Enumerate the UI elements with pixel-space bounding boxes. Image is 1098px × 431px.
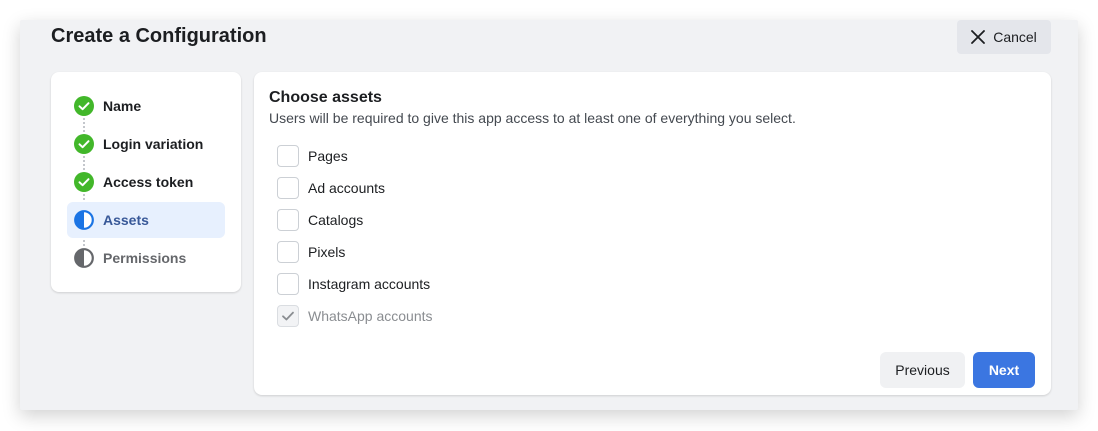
checkmark-icon [282,311,294,321]
choose-assets-panel: Choose assets Users will be required to … [254,72,1051,395]
whatsapp-accounts-checkbox [277,305,299,327]
cancel-button-label: Cancel [993,29,1037,45]
step-assets[interactable]: Assets [67,202,225,238]
half-circle-pending-icon [74,248,94,268]
step-access-token[interactable]: Access token [67,164,225,200]
step-login-variation[interactable]: Login variation [67,126,225,162]
cancel-button[interactable]: Cancel [957,20,1051,54]
next-button[interactable]: Next [973,352,1035,388]
asset-option-instagram-accounts[interactable]: Instagram accounts [277,272,430,296]
asset-label: Instagram accounts [308,276,431,292]
asset-label: WhatsApp accounts [308,308,433,324]
step-permissions[interactable]: Permissions [67,240,225,276]
ad-accounts-checkbox[interactable] [277,177,299,199]
half-circle-progress-icon [74,210,94,230]
asset-label: Ad accounts [308,180,386,196]
asset-option-pages[interactable]: Pages [277,144,348,168]
check-circle-icon [74,172,94,192]
asset-label: Catalogs [308,212,364,228]
pages-checkbox[interactable] [277,145,299,167]
step-label: Assets [103,212,149,228]
steps-panel: Name Login variation Access token Assets… [51,72,241,292]
asset-option-catalogs[interactable]: Catalogs [277,208,363,232]
check-circle-icon [74,96,94,116]
close-icon [971,30,986,44]
catalogs-checkbox[interactable] [277,209,299,231]
dialog-title: Create a Configuration [51,25,267,47]
asset-option-ad-accounts[interactable]: Ad accounts [277,176,385,200]
step-label: Name [103,98,142,114]
previous-button[interactable]: Previous [880,352,965,388]
asset-label: Pages [308,148,348,164]
step-label: Access token [103,174,194,190]
asset-label: Pixels [308,244,346,260]
asset-option-whatsapp-accounts: WhatsApp accounts [277,304,433,328]
pixels-checkbox[interactable] [277,241,299,263]
section-description: Users will be required to give this app … [269,110,796,126]
step-name[interactable]: Name [67,88,225,124]
asset-option-pixels[interactable]: Pixels [277,240,345,264]
section-title: Choose assets [269,89,382,106]
instagram-accounts-checkbox[interactable] [277,273,299,295]
step-label: Permissions [103,250,187,266]
create-configuration-dialog: Create a Configuration Cancel Name Login… [20,20,1078,410]
step-label: Login variation [103,136,204,152]
check-circle-icon [74,134,94,154]
